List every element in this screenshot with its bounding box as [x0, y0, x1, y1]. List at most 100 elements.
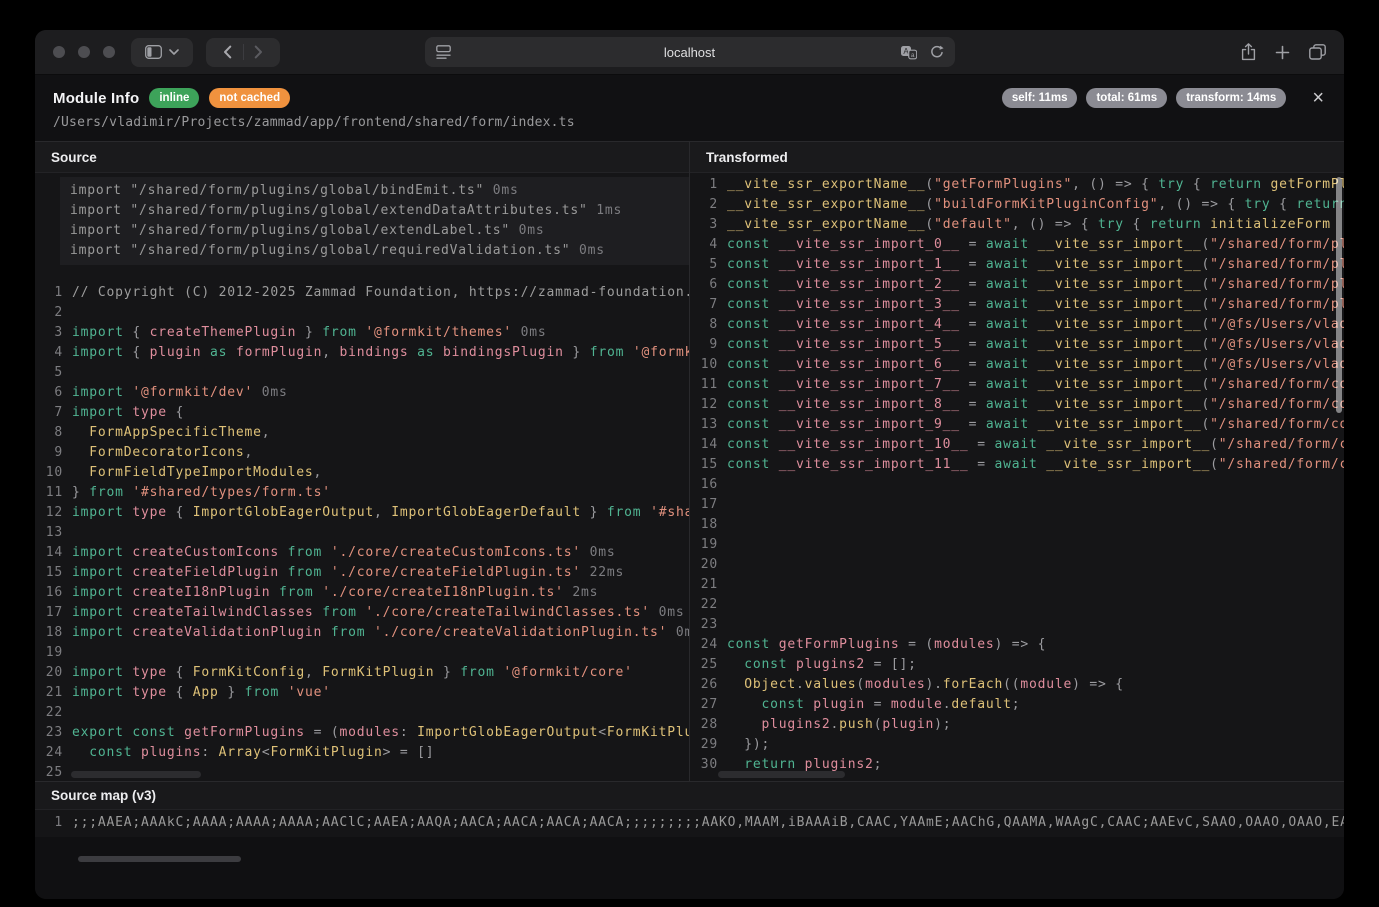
reload-icon[interactable]	[929, 45, 944, 60]
code-line: 24const getFormPlugins = (modules) => {	[690, 635, 1344, 655]
tab-overview-icon[interactable]	[1309, 44, 1326, 60]
line-number: 16	[690, 475, 718, 495]
code-panels: Source import "/shared/form/plugins/glob…	[35, 141, 1344, 782]
line-number: 8	[35, 423, 63, 443]
url-text: localhost	[425, 45, 955, 60]
line-number: 12	[35, 503, 63, 523]
code-line: 5	[35, 363, 689, 383]
line-number: 13	[35, 523, 63, 543]
code-line: 21	[690, 575, 1344, 595]
transformed-horizontal-scrollbar[interactable]	[718, 771, 845, 778]
code-line: 7import type {	[35, 403, 689, 423]
code-line: 13const __vite_ssr_import_9__ = await __…	[690, 415, 1344, 435]
line-number: 11	[690, 375, 718, 395]
code-line: 23	[690, 615, 1344, 635]
line-number: 21	[35, 683, 63, 703]
code-line: 2__vite_ssr_exportName__("buildFormKitPl…	[690, 195, 1344, 215]
transformed-code-lines: 1__vite_ssr_exportName__("getFormPlugins…	[690, 175, 1344, 775]
minimize-window-button[interactable]	[78, 46, 90, 58]
code-line: 16	[690, 475, 1344, 495]
sidebar-icon	[145, 45, 162, 59]
transformed-vertical-scrollbar[interactable]	[1336, 177, 1342, 413]
sidebar-toggle-button[interactable]	[131, 38, 193, 67]
close-icon[interactable]: ×	[1312, 88, 1324, 108]
page-title: Module Info	[53, 90, 139, 107]
source-panel-title: Source	[35, 142, 689, 173]
code-line: 5const __vite_ssr_import_1__ = await __v…	[690, 255, 1344, 275]
code-line: 12const __vite_ssr_import_8__ = await __…	[690, 395, 1344, 415]
code-line: 17import createTailwindClasses from './c…	[35, 603, 689, 623]
line-number: 27	[690, 695, 718, 715]
code-line: 10const __vite_ssr_import_6__ = await __…	[690, 355, 1344, 375]
line-number: 16	[35, 583, 63, 603]
module-info-header: Module Info inline not cached self: 11ms…	[35, 75, 1344, 141]
code-line: 7const __vite_ssr_import_3__ = await __v…	[690, 295, 1344, 315]
code-line: 2	[35, 303, 689, 323]
code-line: 4const __vite_ssr_import_0__ = await __v…	[690, 235, 1344, 255]
timing-badges: self: 11ms total: 61ms transform: 14ms	[1002, 88, 1286, 108]
forward-button[interactable]	[244, 38, 274, 67]
window-controls	[53, 46, 115, 58]
reader-mode-icon[interactable]	[436, 45, 451, 59]
close-window-button[interactable]	[53, 46, 65, 58]
code-line: 22	[35, 703, 689, 723]
line-number: 11	[35, 483, 63, 503]
line-number: 25	[35, 763, 63, 781]
code-line: 11} from '#shared/types/form.ts'	[35, 483, 689, 503]
code-line: 20import type { FormKitConfig, FormKitPl…	[35, 663, 689, 683]
share-icon[interactable]	[1241, 43, 1256, 61]
line-number: 8	[690, 315, 718, 335]
source-dep-import: import "/shared/form/plugins/global/exte…	[70, 221, 679, 241]
code-line: 1// Copyright (C) 2012-2025 Zammad Found…	[35, 283, 689, 303]
line-number: 19	[35, 643, 63, 663]
sourcemap-title: Source map (v3)	[35, 782, 1344, 810]
badge-not-cached: not cached	[209, 88, 290, 108]
line-number: 19	[690, 535, 718, 555]
line-number: 2	[690, 195, 718, 215]
code-line: 19	[690, 535, 1344, 555]
code-line: 4import { plugin as formPlugin, bindings…	[35, 343, 689, 363]
browser-toolbar: localhost Aa	[35, 30, 1344, 75]
code-line: 6const __vite_ssr_import_2__ = await __v…	[690, 275, 1344, 295]
back-button[interactable]	[213, 38, 243, 67]
code-line: 3__vite_ssr_exportName__("default", () =…	[690, 215, 1344, 235]
code-line: 24 const plugins: Array<FormKitPlugin> =…	[35, 743, 689, 763]
line-number: 5	[690, 255, 718, 275]
code-line: 9 FormDecoratorIcons,	[35, 443, 689, 463]
code-line: 9const __vite_ssr_import_5__ = await __v…	[690, 335, 1344, 355]
code-line: 11const __vite_ssr_import_7__ = await __…	[690, 375, 1344, 395]
source-code-area[interactable]: import "/shared/form/plugins/global/bind…	[35, 173, 689, 781]
nav-buttons	[206, 38, 280, 67]
sourcemap-panel: Source map (v3) 1;;;AAEA;AAAkC;AAAA;AAAA…	[35, 782, 1344, 899]
line-number: 17	[35, 603, 63, 623]
code-line: 22	[690, 595, 1344, 615]
line-number: 17	[690, 495, 718, 515]
source-horizontal-scrollbar[interactable]	[71, 771, 201, 778]
line-number: 9	[35, 443, 63, 463]
code-line: 8 FormAppSpecificTheme,	[35, 423, 689, 443]
code-line: 12import type { ImportGlobEagerOutput, I…	[35, 503, 689, 523]
code-line: 15import createFieldPlugin from './core/…	[35, 563, 689, 583]
line-number: 28	[690, 715, 718, 735]
code-line: 28 plugins2.push(plugin);	[690, 715, 1344, 735]
line-number: 1	[35, 813, 63, 833]
badge-inline: inline	[149, 88, 199, 108]
translate-icon[interactable]: Aa	[900, 45, 917, 60]
code-line: 26 Object.values(modules).forEach((modul…	[690, 675, 1344, 695]
sourcemap-horizontal-scrollbar[interactable]	[78, 856, 241, 862]
timing-total: total: 61ms	[1086, 88, 1167, 108]
line-number: 23	[690, 615, 718, 635]
zoom-window-button[interactable]	[103, 46, 115, 58]
browser-window: localhost Aa	[35, 30, 1344, 899]
source-panel: Source import "/shared/form/plugins/glob…	[35, 142, 689, 781]
transformed-code-area[interactable]: 1__vite_ssr_exportName__("getFormPlugins…	[690, 173, 1344, 781]
code-line: 17	[690, 495, 1344, 515]
code-line: 1__vite_ssr_exportName__("getFormPlugins…	[690, 175, 1344, 195]
address-bar[interactable]: localhost Aa	[425, 37, 955, 67]
transformed-panel: Transformed 1__vite_ssr_exportName__("ge…	[689, 142, 1344, 781]
new-tab-icon[interactable]	[1275, 45, 1290, 60]
line-number: 10	[690, 355, 718, 375]
line-number: 30	[690, 755, 718, 775]
line-number: 15	[690, 455, 718, 475]
line-number: 15	[35, 563, 63, 583]
